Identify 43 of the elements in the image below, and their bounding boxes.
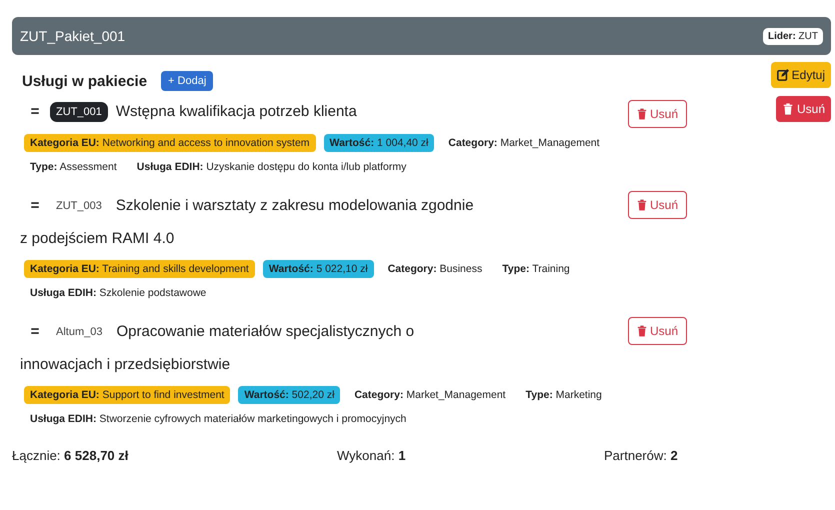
detail-text: Usługa EDIH: Stworzenie cyfrowych materiałów marketingowych i promocyjnych	[29, 412, 408, 427]
leader-badge: Lider: ZUT	[763, 28, 823, 44]
value-badge: Wartość: 502,20 zł	[238, 386, 340, 404]
service-title: innowacjach i przedsiębiorstwie	[20, 355, 230, 375]
drag-handle[interactable]: =	[24, 317, 46, 347]
service-title: Szkolenie i warsztaty z zakresu modelowania zgodnie	[116, 196, 474, 216]
remove-button[interactable]: Usuń	[628, 100, 687, 128]
drag-handle[interactable]: =	[24, 191, 46, 221]
package-title: ZUT_Pakiet_001	[20, 28, 126, 44]
detail-text: Type: Assessment	[29, 160, 118, 175]
trash-icon	[782, 103, 794, 115]
detail-text: Category: Market_Management	[447, 136, 601, 151]
edit-button[interactable]: Edytuj	[770, 62, 831, 88]
trash-icon	[636, 199, 647, 211]
value-badge: Wartość: 5 022,10 zł	[262, 260, 374, 278]
remove-button[interactable]: Usuń	[628, 191, 687, 219]
summary-text: Wykonań: 1	[337, 448, 407, 463]
value-badge: Wartość: 1 004,40 zł	[324, 134, 434, 152]
service-code: Altum_03	[55, 325, 104, 340]
category-badge: Kategoria EU: Networking and access to innovation system	[24, 134, 316, 152]
service-code: ZUT_003	[55, 199, 103, 214]
summary-text: Partnerów: 2	[604, 448, 678, 463]
section-title: Usługi w pakiecie	[22, 72, 148, 90]
service-title: Opracowanie materiałów specjalistycznych o	[116, 322, 414, 342]
drag-handle[interactable]: =	[24, 97, 46, 127]
service-title: z podejściem RAMI 4.0	[20, 229, 174, 249]
detail-text: Category: Market_Management	[353, 388, 507, 403]
category-badge: Kategoria EU: Training and skills development	[24, 260, 255, 278]
detail-text: Usługa EDIH: Uzyskanie dostępu do konta i/lub platformy	[136, 160, 408, 175]
add-button[interactable]: + Dodaj	[161, 71, 214, 91]
remove-button[interactable]: Usuń	[628, 317, 687, 345]
delete-button[interactable]: Usuń	[776, 96, 831, 122]
detail-text: Type: Training	[501, 262, 571, 277]
trash-icon	[636, 325, 647, 337]
code-badge: ZUT_001	[50, 102, 108, 122]
detail-text: Usługa EDIH: Szkolenie podstawowe	[29, 286, 208, 301]
service-title: Wstępna kwalifikacja potrzeb klienta	[116, 102, 357, 122]
summary-text: Łącznie: 6 528,70 zł	[12, 448, 130, 463]
category-badge: Kategoria EU: Support to find investment	[24, 386, 230, 404]
detail-text: Type: Marketing	[524, 388, 603, 403]
detail-text: Category: Business	[386, 262, 484, 277]
trash-icon	[636, 108, 647, 120]
edit-icon	[776, 69, 789, 81]
